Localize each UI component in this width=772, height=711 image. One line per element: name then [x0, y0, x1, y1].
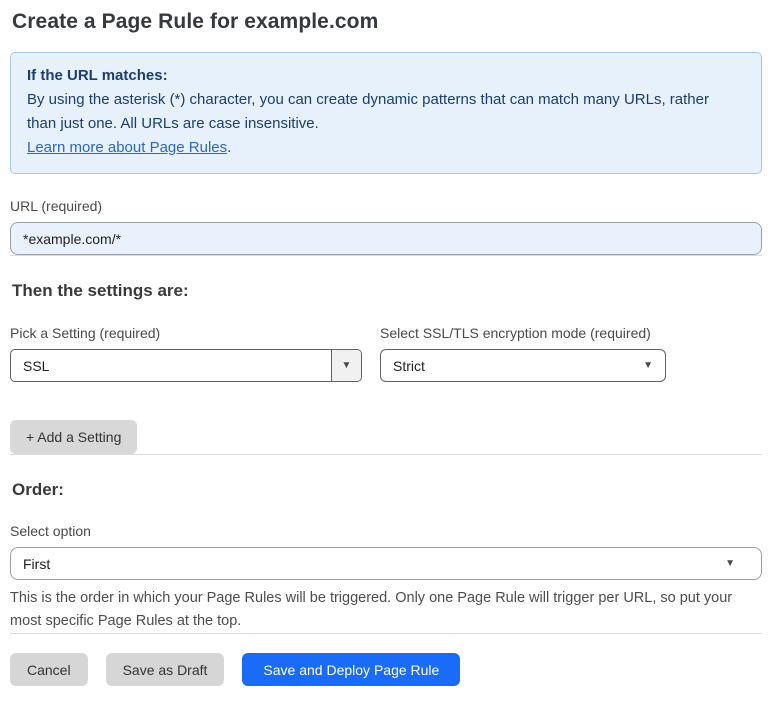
settings-section-heading: Then the settings are:	[12, 281, 189, 300]
divider	[10, 633, 762, 634]
order-select-value: First	[23, 555, 51, 572]
ssl-mode-select[interactable]: Strict ▼	[380, 349, 666, 382]
info-box-body: By using the asterisk (*) character, you…	[27, 91, 709, 132]
link-suffix: .	[227, 139, 232, 156]
save-deploy-button[interactable]: Save and Deploy Page Rule	[242, 653, 461, 686]
url-match-info-box: If the URL matches: By using the asteris…	[10, 52, 762, 174]
learn-more-link[interactable]: Learn more about Page Rules	[27, 139, 227, 156]
order-help-text: This is the order in which your Page Rul…	[10, 590, 733, 629]
order-section-heading: Order:	[12, 480, 64, 499]
ssl-mode-value: Strict	[393, 357, 425, 374]
chevron-down-icon: ▼	[341, 359, 352, 371]
url-field-label: URL (required)	[10, 198, 103, 214]
save-draft-button[interactable]: Save as Draft	[105, 653, 225, 686]
page-title: Create a Page Rule for example.com	[12, 10, 379, 33]
setting-picker-select[interactable]: SSL ▼	[10, 349, 362, 382]
page-rule-form: Create a Page Rule for example.com If th…	[0, 0, 772, 686]
info-box-heading: If the URL matches:	[27, 67, 168, 84]
chevron-down-icon: ▼	[643, 359, 653, 371]
setting-picker-value: SSL	[23, 357, 50, 374]
form-actions: Cancel Save as Draft Save and Deploy Pag…	[10, 653, 762, 686]
divider	[10, 255, 762, 256]
setting-picker-field: Pick a Setting (required) SSL ▼	[10, 325, 362, 382]
url-input[interactable]	[10, 222, 762, 255]
add-setting-button[interactable]: + Add a Setting	[10, 420, 138, 454]
setting-picker-arrow-section[interactable]: ▼	[331, 350, 361, 381]
cancel-button[interactable]: Cancel	[10, 653, 88, 686]
divider	[10, 454, 762, 455]
info-box-link-line: Learn more about Page Rules.	[27, 136, 745, 160]
chevron-down-icon: ▼	[725, 557, 735, 569]
setting-picker-label: Pick a Setting (required)	[10, 325, 161, 341]
settings-row: Pick a Setting (required) SSL ▼ Select S…	[10, 325, 762, 382]
order-field: Select option First ▼ This is the order …	[10, 523, 762, 633]
ssl-mode-label: Select SSL/TLS encryption mode (required…	[380, 325, 651, 341]
order-select-label: Select option	[10, 523, 91, 539]
order-select[interactable]: First ▼	[10, 547, 762, 580]
ssl-mode-field: Select SSL/TLS encryption mode (required…	[380, 325, 666, 382]
